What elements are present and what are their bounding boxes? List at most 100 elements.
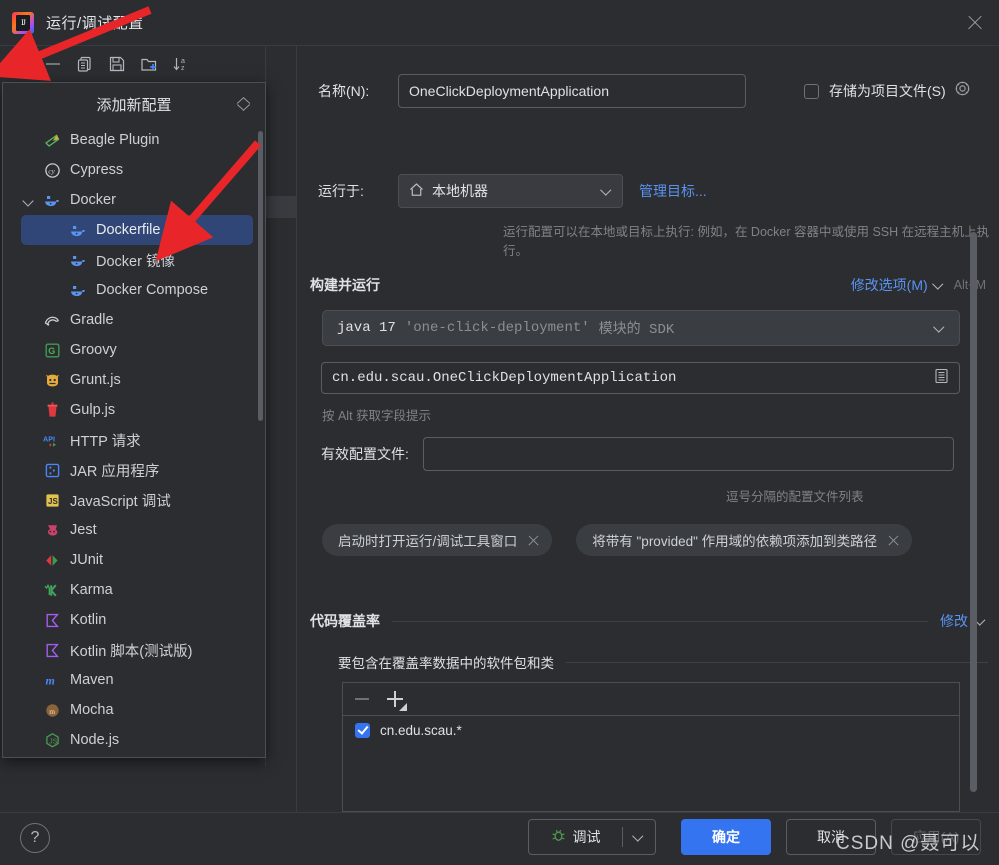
coverage-modify-link[interactable]: 修改 — [940, 611, 968, 631]
option-pill-label: 将带有 "provided" 作用域的依赖项添加到类路径 — [592, 534, 878, 549]
configuration-type-item[interactable]: JS Node.js — [3, 725, 265, 753]
profiles-input[interactable] — [422, 437, 954, 471]
gear-icon[interactable] — [954, 80, 971, 102]
kotlin-icon — [43, 611, 61, 629]
chevron-down-icon[interactable] — [976, 616, 986, 626]
add-new-configuration-popup: 添加新配置 Beagle Plugin cy Cypress Docker Docker… — [2, 82, 266, 758]
collapse-icon[interactable] — [235, 96, 251, 112]
new-folder-button[interactable] — [136, 51, 162, 77]
chevron-down-icon — [634, 832, 644, 842]
configuration-detail-panel: 名称(N): 存储为项目文件(S) 运行于: 本地机器 — [298, 46, 999, 812]
debug-button[interactable]: 调试 — [529, 820, 622, 854]
configuration-type-list[interactable]: Beagle Plugin cy Cypress Docker Dockerfile Do… — [3, 125, 265, 753]
configuration-type-item[interactable]: Beagle Plugin — [3, 125, 265, 155]
cancel-button[interactable]: 取消 — [786, 819, 876, 855]
run-on-combobox[interactable]: 本地机器 — [398, 174, 623, 208]
sort-configurations-button[interactable]: a z — [168, 51, 194, 77]
configuration-type-item[interactable]: Docker Compose — [3, 275, 265, 305]
name-row: 名称(N): — [318, 74, 746, 108]
close-icon[interactable] — [527, 534, 540, 547]
modify-options-link[interactable]: 修改选项(M) — [851, 275, 928, 295]
main-class-value: cn.edu.scau.OneClickDeploymentApplicatio… — [332, 370, 677, 386]
svg-text:JS: JS — [49, 738, 58, 745]
svg-text:m: m — [45, 673, 54, 687]
debug-button-label: 调试 — [572, 829, 601, 845]
sdk-combobox[interactable]: java 17 'one-click-deployment' 模块的 SDK — [322, 310, 960, 346]
docker-icon — [69, 281, 87, 299]
coverage-list-item[interactable]: cn.edu.scau.* — [343, 716, 959, 744]
junit-icon — [43, 551, 61, 569]
remove-configuration-button[interactable] — [40, 51, 66, 77]
configuration-type-label: Docker — [70, 192, 116, 208]
name-input[interactable] — [398, 74, 746, 108]
configuration-type-item[interactable]: Karma — [3, 575, 265, 605]
configuration-type-item[interactable]: m Maven — [3, 665, 265, 695]
coverage-title: 代码覆盖率 — [310, 613, 380, 629]
chevron-down-icon[interactable] — [23, 195, 33, 205]
configuration-type-item[interactable]: API HTTP 请求 — [3, 425, 265, 455]
beagle-icon — [43, 131, 61, 149]
configuration-type-item[interactable]: Grunt.js — [3, 365, 265, 395]
option-pill[interactable]: 启动时打开运行/调试工具窗口 — [322, 524, 553, 556]
configuration-type-item[interactable]: Gradle — [3, 305, 265, 335]
jest-icon — [43, 521, 61, 539]
jar-icon — [43, 461, 61, 479]
store-as-project-file-checkbox[interactable] — [804, 83, 819, 99]
build-and-run-section-header: 构建并运行 修改选项(M) Alt+M — [310, 275, 986, 295]
main-class-field[interactable]: cn.edu.scau.OneClickDeploymentApplicatio… — [321, 362, 960, 394]
docker-icon — [69, 251, 87, 269]
http-request-icon: API — [43, 431, 61, 449]
chevron-down-icon[interactable] — [934, 280, 944, 290]
copy-configuration-button[interactable] — [72, 51, 98, 77]
coverage-list[interactable]: cn.edu.scau.* — [343, 716, 959, 744]
intellij-logo-icon: IJ — [12, 12, 34, 34]
debug-dropdown-arrow[interactable] — [623, 820, 655, 854]
mocha-icon: m — [43, 701, 61, 719]
coverage-sub-header: 要包含在覆盖率数据中的软件包和类 — [338, 652, 988, 672]
profiles-label: 有效配置文件: — [321, 446, 409, 462]
remove-package-button[interactable] — [355, 692, 369, 706]
configuration-type-item[interactable]: m Mocha — [3, 695, 265, 725]
configuration-type-item[interactable]: Jest — [3, 515, 265, 545]
configuration-type-item[interactable]: Dockerfile — [21, 215, 253, 245]
coverage-listbox-toolbar — [343, 683, 959, 716]
configuration-type-item[interactable]: Docker — [3, 185, 265, 215]
debug-split-button[interactable]: 调试 — [528, 819, 656, 855]
save-configuration-button[interactable] — [104, 51, 130, 77]
close-icon[interactable] — [887, 534, 900, 547]
run-debug-configurations-dialog: IJ 运行/调试配置 a z 添加新配置 Beagle Plugin cy Cy… — [0, 0, 999, 865]
add-configuration-button[interactable] — [8, 51, 34, 77]
configuration-type-item[interactable]: JAR 应用程序 — [3, 455, 265, 485]
coverage-item-checkbox[interactable] — [355, 722, 370, 738]
browse-icon[interactable] — [934, 368, 949, 389]
configuration-type-item[interactable]: Kotlin — [3, 605, 265, 635]
configuration-type-item[interactable]: Docker 镜像 — [3, 245, 265, 275]
apply-button: 应用(A) — [891, 819, 981, 855]
cypress-icon: cy — [43, 161, 61, 179]
configuration-type-item[interactable]: Kotlin 脚本(测试版) — [3, 635, 265, 665]
karma-icon — [43, 581, 61, 599]
configuration-type-item[interactable]: JUnit — [3, 545, 265, 575]
svg-text:cy: cy — [48, 166, 55, 175]
configuration-type-item[interactable]: Gulp.js — [3, 395, 265, 425]
help-button[interactable]: ? — [20, 823, 50, 853]
svg-text:m: m — [49, 706, 55, 715]
configuration-type-label: Groovy — [70, 342, 117, 358]
configuration-type-label: Jest — [70, 522, 97, 538]
intellij-logo-text: IJ — [16, 15, 30, 31]
popup-scrollbar[interactable] — [258, 131, 263, 421]
sdk-module: 'one-click-deployment' — [404, 320, 590, 336]
add-package-button[interactable] — [387, 691, 407, 711]
configuration-type-item[interactable]: cy Cypress — [3, 155, 265, 185]
detail-scrollbar[interactable] — [970, 232, 977, 792]
run-on-value: 本地机器 — [432, 183, 488, 199]
configuration-type-label: Docker Compose — [96, 282, 209, 298]
ok-button[interactable]: 确定 — [681, 819, 771, 855]
configuration-type-item[interactable]: JS JavaScript 调试 — [3, 485, 265, 515]
option-pill[interactable]: 将带有 "provided" 作用域的依赖项添加到类路径 — [576, 524, 913, 556]
configuration-type-item[interactable]: G Groovy — [3, 335, 265, 365]
svg-text:G: G — [48, 346, 55, 356]
close-icon[interactable] — [965, 13, 985, 33]
configuration-type-label: JAR 应用程序 — [70, 463, 160, 480]
manage-targets-link[interactable]: 管理目标... — [639, 181, 707, 201]
